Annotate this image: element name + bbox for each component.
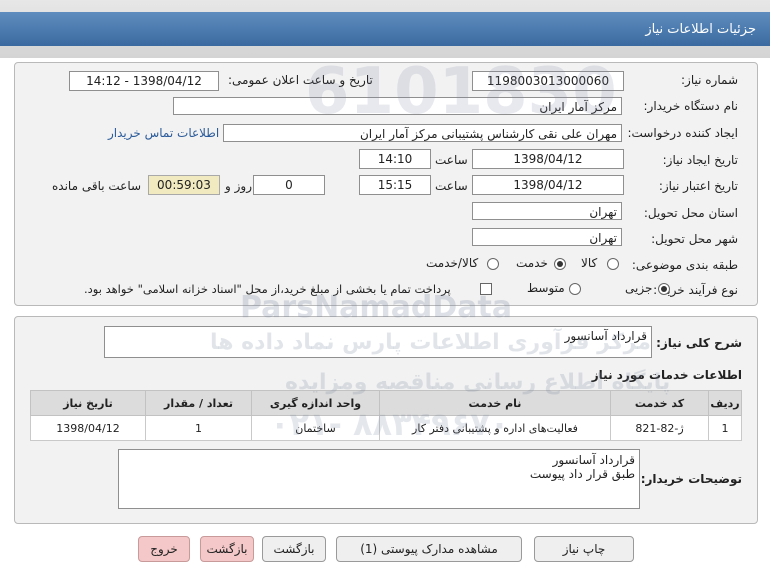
cell-qty: 1 bbox=[145, 415, 252, 441]
notes-field: قرارداد آسانسور طبق قرار داد پیوست bbox=[118, 449, 640, 509]
summary-field: قرارداد آسانسور bbox=[104, 326, 652, 358]
payment-note: پرداخت تمام یا بخشی از مبلغ خرید،از محل … bbox=[84, 282, 451, 296]
valid-date-label: تاریخ اعتبار نیاز: bbox=[658, 179, 738, 193]
need-number-field: 1198003013000060 bbox=[472, 71, 624, 91]
cell-unit: ساختمان bbox=[251, 415, 380, 441]
print-button[interactable]: چاپ نیاز bbox=[534, 536, 634, 562]
days-label: روز و bbox=[225, 179, 252, 193]
cell-name: فعالیت‌های اداره و پشتیبانی دفتر کار bbox=[379, 415, 611, 441]
created-time-field: 14:10 bbox=[359, 149, 431, 169]
category-option-goods-service: کالا/خدمت bbox=[426, 256, 479, 270]
page-title: جزئیات اطلاعات نیاز bbox=[645, 22, 756, 37]
process-option-medium: متوسط bbox=[527, 281, 565, 295]
notes-label: توضیحات خریدار: bbox=[640, 472, 742, 486]
province-field: تهران bbox=[472, 202, 622, 220]
exit-button[interactable]: خروج bbox=[138, 536, 190, 562]
return-button[interactable]: بازگشت bbox=[200, 536, 254, 562]
buyer-org-label: نام دستگاه خریدار: bbox=[643, 99, 739, 113]
category-label: طبقه بندی موضوعی: bbox=[631, 258, 738, 272]
category-radio-goods[interactable] bbox=[607, 258, 619, 270]
cell-date: 1398/04/12 bbox=[30, 415, 146, 441]
col-name: نام خدمت bbox=[379, 390, 611, 416]
notes-line-2: طبق قرار داد پیوست bbox=[529, 467, 635, 481]
city-field: تهران bbox=[472, 228, 622, 246]
col-code: کد خدمت bbox=[610, 390, 709, 416]
days-field: 0 bbox=[253, 175, 325, 195]
services-title: اطلاعات خدمات مورد نیاز bbox=[591, 368, 742, 382]
category-radio-service[interactable] bbox=[554, 258, 566, 270]
remaining-time-field: 00:59:03 bbox=[148, 175, 220, 195]
valid-time-field: 15:15 bbox=[359, 175, 431, 195]
process-radio-minor[interactable] bbox=[658, 283, 670, 295]
created-date-field: 1398/04/12 bbox=[472, 149, 624, 169]
contact-buyer-link[interactable]: اطلاعات تماس خریدار bbox=[108, 126, 219, 140]
category-option-goods: کالا bbox=[581, 256, 598, 270]
attachments-button[interactable]: مشاهده مدارک پیوستی (1) bbox=[336, 536, 522, 562]
col-date: تاریخ نیاز bbox=[30, 390, 146, 416]
valid-time-label: ساعت bbox=[435, 179, 468, 193]
services-table: ردیف کد خدمت نام خدمت واحد اندازه گیری ت… bbox=[30, 390, 742, 441]
creator-label: ایجاد کننده درخواست: bbox=[627, 126, 738, 140]
summary-label: شرح کلی نیاز: bbox=[656, 336, 742, 350]
process-radio-medium[interactable] bbox=[569, 283, 581, 295]
buyer-org-field: مرکز آمار ایران bbox=[173, 97, 622, 115]
col-unit: واحد اندازه گیری bbox=[251, 390, 380, 416]
created-date-label: تاریخ ایجاد نیاز: bbox=[662, 153, 738, 167]
title-bar: جزئیات اطلاعات نیاز bbox=[0, 0, 770, 58]
creator-field: مهران علی نقی کارشناس پشتیبانی مرکز آمار… bbox=[223, 124, 622, 142]
col-row: ردیف bbox=[708, 390, 742, 416]
category-radio-goods-service[interactable] bbox=[487, 258, 499, 270]
cell-row: 1 bbox=[708, 415, 742, 441]
need-number-label: شماره نیاز: bbox=[681, 73, 738, 87]
created-time-label: ساعت bbox=[435, 153, 468, 167]
back-button[interactable]: بازگشت bbox=[262, 536, 326, 562]
category-option-service: خدمت bbox=[516, 256, 548, 270]
province-label: استان محل تحویل: bbox=[643, 206, 738, 220]
announce-label: تاریخ و ساعت اعلان عمومی: bbox=[228, 73, 373, 87]
table-row: 1 ژ-82-821 فعالیت‌های اداره و پشتیبانی د… bbox=[30, 415, 742, 441]
process-option-minor: جزیی bbox=[625, 281, 653, 295]
treasury-checkbox[interactable] bbox=[480, 283, 492, 295]
valid-date-field: 1398/04/12 bbox=[472, 175, 624, 195]
col-qty: تعداد / مقدار bbox=[145, 390, 252, 416]
notes-line-1: قرارداد آسانسور bbox=[552, 453, 635, 467]
cell-code: ژ-82-821 bbox=[610, 415, 709, 441]
remaining-label: ساعت باقی مانده bbox=[52, 179, 142, 193]
city-label: شهر محل تحویل: bbox=[651, 232, 738, 246]
announce-field: 1398/04/12 - 14:12 bbox=[69, 71, 219, 91]
